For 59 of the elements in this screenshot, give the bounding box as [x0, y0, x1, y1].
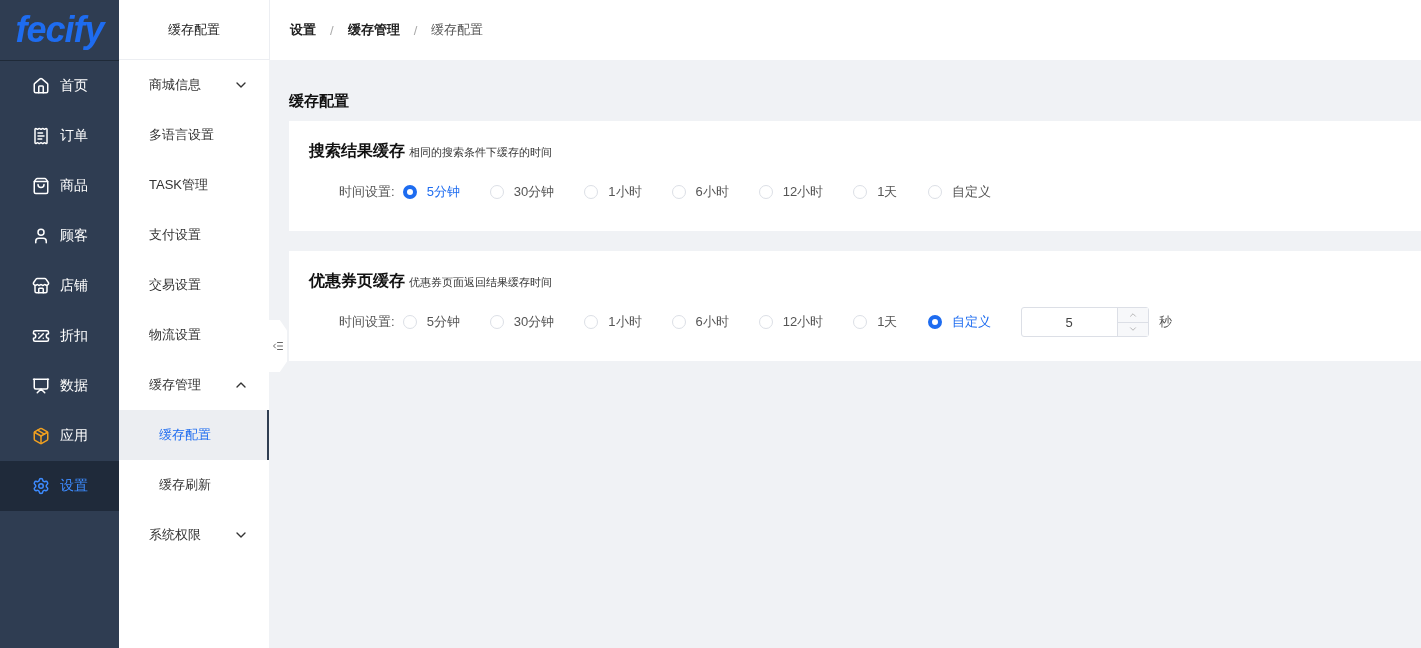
breadcrumb-item[interactable]: 缓存管理: [347, 21, 400, 39]
radio-option[interactable]: 5分钟: [402, 183, 460, 201]
breadcrumb-separator: /: [413, 22, 418, 38]
store-icon: [32, 277, 50, 295]
submenu-item[interactable]: TASK管理: [119, 160, 269, 210]
bag-icon: [32, 177, 50, 195]
submenu-subitem[interactable]: 缓存配置: [119, 410, 269, 460]
card-hint: 优惠券页面返回结果缓存时间: [409, 275, 552, 290]
settings-icon: [32, 477, 50, 495]
nav-item[interactable]: 数据: [0, 361, 119, 411]
submenu-subitem[interactable]: 缓存刷新: [119, 460, 269, 510]
submenu-item[interactable]: 商城信息: [119, 60, 269, 110]
breadcrumb-separator: /: [330, 22, 334, 38]
card-hint: 相同的搜索条件下缓存的时间: [409, 145, 552, 160]
nav-item[interactable]: 折扣: [0, 311, 119, 361]
radio-option[interactable]: 30分钟: [489, 313, 555, 331]
submenu-item[interactable]: 系统权限: [119, 510, 269, 560]
nav-item[interactable]: 顾客: [0, 211, 119, 261]
breadcrumb-item: 缓存配置: [431, 21, 484, 39]
box-icon: [32, 427, 50, 445]
radio-option[interactable]: 6小时: [671, 313, 729, 331]
ticket-icon: [32, 327, 50, 345]
radio-option[interactable]: 12小时: [758, 183, 824, 201]
nav-item[interactable]: 应用: [0, 411, 119, 461]
card-title: 搜索结果缓存: [309, 141, 405, 161]
radio-option[interactable]: 1小时: [584, 313, 642, 331]
nav-item[interactable]: 店铺: [0, 261, 119, 311]
breadcrumb-item[interactable]: 设置: [290, 21, 316, 39]
field-label: 时间设置:: [339, 183, 395, 201]
submenu-item[interactable]: 交易设置: [119, 260, 269, 310]
field-label: 时间设置:: [339, 313, 395, 331]
radio-option[interactable]: 自定义: [927, 313, 991, 331]
radio-option[interactable]: 自定义: [927, 183, 991, 201]
logo: fecify: [15, 9, 104, 51]
collapse-handle[interactable]: [269, 320, 287, 372]
radio-option[interactable]: 6小时: [671, 183, 729, 201]
receipt-icon: [32, 127, 50, 145]
nav-item[interactable]: 首页: [0, 61, 119, 111]
submenu-item[interactable]: 多语言设置: [119, 110, 269, 160]
chart-board-icon: [32, 377, 50, 395]
radio-option[interactable]: 5分钟: [402, 313, 460, 331]
radio-option[interactable]: 1天: [853, 313, 898, 331]
nav-item[interactable]: 订单: [0, 111, 119, 161]
radio-option[interactable]: 1小时: [584, 183, 642, 201]
radio-option[interactable]: 30分钟: [489, 183, 555, 201]
unit-label: 秒: [1158, 313, 1172, 331]
nav-item[interactable]: 设置: [0, 461, 119, 511]
radio-option[interactable]: 12小时: [758, 313, 824, 331]
submenu-item[interactable]: 支付设置: [119, 210, 269, 260]
card-title: 优惠券页缓存: [309, 271, 405, 291]
page-title: 缓存配置: [289, 92, 350, 111]
nav-item[interactable]: 商品: [0, 161, 119, 211]
number-input[interactable]: 5: [1020, 307, 1149, 337]
user-icon: [32, 227, 50, 245]
submenu-item[interactable]: 物流设置: [119, 310, 269, 360]
home-icon: [32, 77, 50, 95]
collapse-icon: [272, 340, 284, 352]
submenu-item[interactable]: 缓存管理: [119, 360, 269, 410]
radio-option[interactable]: 1天: [853, 183, 898, 201]
